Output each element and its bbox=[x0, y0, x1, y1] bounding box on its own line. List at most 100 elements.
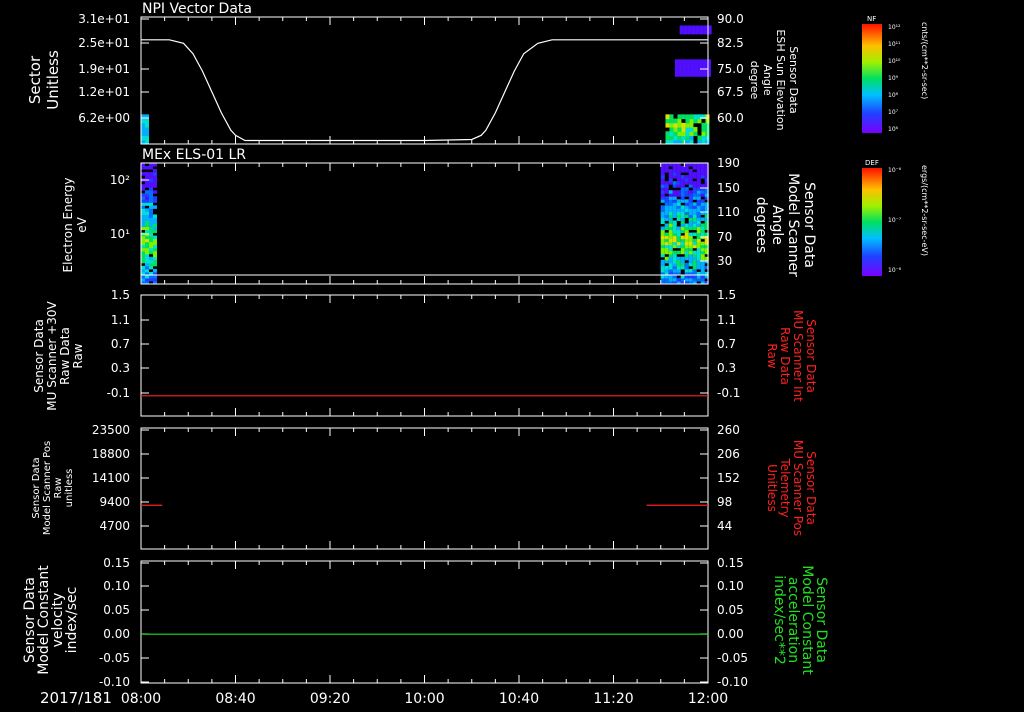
els-heatmap-cell bbox=[684, 211, 689, 215]
right-tick-label: 1.1 bbox=[717, 313, 736, 327]
els-heatmap-cell bbox=[668, 268, 673, 273]
els-heatmap-cell bbox=[145, 259, 149, 264]
els-heatmap-cell bbox=[684, 166, 689, 170]
npi-heatmap-cell bbox=[702, 59, 707, 65]
els-heatmap-cell bbox=[668, 256, 673, 261]
left-axis-label-0: Sensor Data bbox=[31, 457, 42, 518]
els-heatmap-cell bbox=[696, 253, 701, 258]
els-heatmap-cell bbox=[692, 262, 697, 267]
els-heatmap-cell bbox=[680, 181, 685, 185]
els-heatmap-cell bbox=[672, 265, 677, 270]
npi-heatmap-cell bbox=[669, 127, 674, 132]
npi-heatmap-cell bbox=[703, 29, 708, 35]
els-heatmap-cell bbox=[664, 217, 669, 221]
els-heatmap-cell bbox=[672, 232, 677, 237]
els-heatmap-cell bbox=[676, 262, 681, 267]
els-heatmap-cell bbox=[153, 259, 157, 264]
npi-heatmap-cell bbox=[679, 25, 684, 31]
els-heatmap-cell bbox=[688, 220, 693, 224]
els-heatmap-cell bbox=[153, 226, 157, 231]
npi-heatmap-cell bbox=[690, 67, 695, 73]
els-heatmap-cell bbox=[664, 250, 669, 255]
npi-heatmap-cell bbox=[141, 118, 145, 124]
els-heatmap-cell bbox=[696, 193, 701, 197]
right-axis-label-0: Sensor Data bbox=[804, 451, 818, 525]
els-heatmap-cell bbox=[672, 235, 677, 240]
npi-heatmap-cell bbox=[141, 122, 145, 128]
els-heatmap-cell bbox=[684, 238, 689, 243]
els-heatmap-cell bbox=[672, 262, 677, 267]
els-heatmap-cell bbox=[692, 265, 697, 270]
els-heatmap-cell bbox=[696, 265, 701, 270]
els-heatmap-cell bbox=[692, 208, 697, 212]
left-axis-label-2: Raw bbox=[53, 477, 64, 498]
els-heatmap-cell bbox=[700, 184, 705, 188]
els-heatmap-cell bbox=[664, 166, 669, 170]
els-heatmap-cell bbox=[688, 190, 693, 194]
els-heatmap-cell bbox=[664, 205, 669, 209]
npi-heatmap-cell bbox=[145, 122, 149, 128]
els-heatmap-cell bbox=[700, 217, 705, 221]
els-heatmap-cell bbox=[688, 226, 693, 231]
els-heatmap-cell bbox=[141, 187, 145, 191]
els-heatmap-cell bbox=[145, 175, 149, 179]
npi-heatmap-cell bbox=[669, 122, 674, 128]
els-heatmap-cell bbox=[672, 238, 677, 243]
els-heatmap-cell bbox=[676, 235, 681, 240]
colorbar-tick-label: 10⁹ bbox=[888, 75, 899, 82]
els-heatmap-cell bbox=[668, 241, 673, 246]
left-axis-label-0: Sensor Data bbox=[32, 319, 46, 393]
npi-heatmap-cell bbox=[681, 127, 686, 132]
left-axis-label-1: Unitless bbox=[44, 50, 62, 110]
npi-heatmap-cell bbox=[677, 118, 682, 124]
right-tick-label: 44 bbox=[717, 519, 732, 533]
els-heatmap-cell bbox=[145, 256, 149, 261]
els-heatmap-cell bbox=[676, 265, 681, 270]
els-heatmap-cell bbox=[141, 202, 145, 206]
left-tick-label: -0.10 bbox=[99, 675, 130, 689]
els-heatmap-cell bbox=[696, 199, 701, 203]
els-heatmap-cell bbox=[700, 190, 705, 194]
els-heatmap-cell bbox=[684, 229, 689, 234]
els-heatmap-cell bbox=[664, 184, 669, 188]
npi-heatmap-cell bbox=[705, 131, 710, 137]
els-heatmap-cell bbox=[660, 244, 665, 249]
left-axis-label-0: Electron Energy bbox=[61, 177, 75, 272]
els-heatmap-cell bbox=[145, 193, 149, 197]
els-heatmap-cell bbox=[684, 256, 689, 261]
els-heatmap-cell bbox=[660, 184, 665, 188]
els-heatmap-cell bbox=[680, 187, 685, 191]
els-heatmap-cell bbox=[696, 244, 701, 249]
els-heatmap-cell bbox=[145, 223, 149, 228]
npi-heatmap-cell bbox=[141, 131, 145, 137]
els-heatmap-cell bbox=[676, 169, 681, 173]
els-heatmap-cell bbox=[153, 241, 157, 246]
left-axis-label-3: unitless bbox=[64, 469, 75, 508]
els-heatmap-cell bbox=[145, 253, 149, 258]
els-heatmap-cell bbox=[660, 220, 665, 224]
els-heatmap-cell bbox=[696, 175, 701, 179]
els-heatmap-cell bbox=[660, 205, 665, 209]
right-axis-label-0: Sensor Data bbox=[801, 182, 817, 268]
els-heatmap-cell bbox=[696, 166, 701, 170]
els-heatmap-cell bbox=[672, 250, 677, 255]
npi-heatmap-cell bbox=[689, 131, 694, 137]
els-heatmap-cell bbox=[688, 238, 693, 243]
els-heatmap-cell bbox=[676, 250, 681, 255]
els-heatmap-cell bbox=[153, 184, 157, 188]
x-tick-label: 08:40 bbox=[215, 691, 255, 707]
els-heatmap-cell bbox=[684, 247, 689, 252]
els-heatmap-cell bbox=[672, 256, 677, 261]
els-heatmap-cell bbox=[684, 208, 689, 212]
els-heatmap-cell bbox=[672, 259, 677, 264]
els-heatmap-cell bbox=[680, 244, 685, 249]
els-heatmap-cell bbox=[700, 226, 705, 231]
left-tick-label: -0.1 bbox=[107, 386, 130, 400]
els-heatmap-cell bbox=[145, 235, 149, 240]
panel-title: MEx ELS-01 LR bbox=[142, 147, 246, 163]
els-heatmap-cell bbox=[692, 268, 697, 273]
npi-heatmap-cell bbox=[694, 67, 699, 73]
els-heatmap-cell bbox=[696, 163, 701, 167]
right-axis-label-3: degree bbox=[748, 61, 761, 100]
els-heatmap-cell bbox=[141, 205, 145, 209]
